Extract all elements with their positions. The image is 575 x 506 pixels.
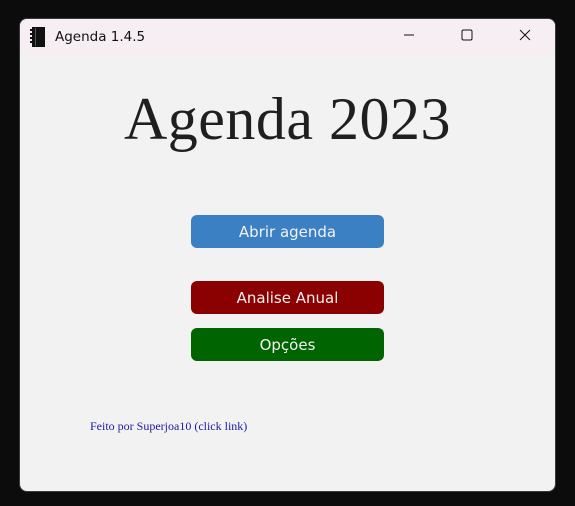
close-button[interactable] bbox=[502, 19, 548, 55]
title-bar[interactable]: Agenda 1.4.5 bbox=[20, 19, 555, 55]
maximize-icon bbox=[461, 28, 473, 46]
page-title: Agenda 2023 bbox=[123, 86, 452, 152]
minimize-button[interactable] bbox=[386, 19, 432, 55]
annual-analysis-button[interactable]: Analise Anual bbox=[191, 281, 384, 314]
annual-analysis-label: Analise Anual bbox=[236, 288, 339, 307]
minimize-icon bbox=[403, 28, 415, 46]
maximize-button[interactable] bbox=[444, 19, 490, 55]
window-title: Agenda 1.4.5 bbox=[55, 29, 146, 45]
notebook-icon bbox=[30, 27, 46, 47]
open-agenda-label: Abrir agenda bbox=[238, 222, 337, 241]
app-window: Agenda 1.4.5 Agenda 2023 Abrir agenda An… bbox=[19, 18, 556, 492]
options-label: Opções bbox=[259, 335, 316, 354]
options-button[interactable]: Opções bbox=[191, 328, 384, 361]
open-agenda-button[interactable]: Abrir agenda bbox=[191, 215, 384, 248]
close-icon bbox=[519, 28, 531, 46]
author-link[interactable]: Feito por Superjoa10 (click link) bbox=[90, 419, 247, 434]
